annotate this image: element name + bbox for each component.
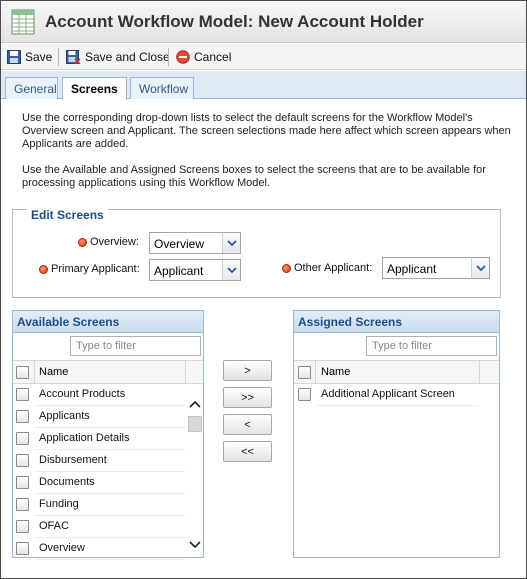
row-checkbox[interactable]	[16, 388, 29, 401]
row-checkbox[interactable]	[298, 388, 311, 401]
available-screens-title: Available Screens	[13, 311, 203, 333]
row-checkbox[interactable]	[16, 432, 29, 445]
overview-label: Overview:	[78, 236, 139, 248]
save-and-close-button[interactable]: Save and Close	[66, 48, 170, 66]
primary-applicant-label: Primary Applicant:	[39, 263, 140, 275]
save-close-icon	[66, 50, 81, 64]
tab-general[interactable]: General	[5, 77, 58, 99]
column-divider	[315, 361, 316, 383]
tab-screens[interactable]: Screens	[62, 77, 127, 100]
assigned-grid-header: Name	[294, 360, 499, 384]
row-checkbox[interactable]	[16, 542, 29, 555]
assigned-name-column-header[interactable]: Name	[321, 366, 350, 378]
cancel-label: Cancel	[194, 50, 232, 64]
required-indicator-icon	[282, 263, 291, 273]
other-applicant-label-text: Other Applicant:	[294, 262, 373, 274]
row-checkbox[interactable]	[16, 498, 29, 511]
other-applicant-label: Other Applicant:	[282, 262, 372, 274]
other-applicant-select[interactable]: Applicant	[382, 257, 490, 279]
chevron-down-icon	[471, 258, 489, 278]
assigned-filter-input[interactable]	[366, 336, 497, 356]
toolbar: Save Save and Close Cancel	[1, 44, 526, 70]
add-all-button[interactable]: >>	[223, 387, 272, 408]
primary-applicant-label-text: Primary Applicant:	[51, 263, 140, 275]
title-bar: Account Workflow Model: New Account Hold…	[1, 1, 526, 43]
assigned-select-all-checkbox[interactable]	[298, 366, 311, 379]
list-item[interactable]: Applicants	[13, 406, 185, 428]
required-indicator-icon	[78, 237, 87, 247]
list-item[interactable]: Overview	[13, 538, 185, 560]
list-item[interactable]: Application Details	[13, 428, 185, 450]
workflow-model-window: Account Workflow Model: New Account Hold…	[0, 0, 527, 579]
spreadsheet-icon	[11, 9, 35, 35]
toolbar-divider	[58, 48, 59, 66]
primary-applicant-select[interactable]: Applicant	[149, 259, 241, 281]
row-checkbox[interactable]	[16, 454, 29, 467]
required-indicator-icon	[39, 264, 48, 274]
chevron-down-icon	[222, 233, 240, 253]
available-grid-header: Name	[13, 360, 203, 384]
chevron-down-icon	[222, 260, 240, 280]
screen-name: Application Details	[39, 432, 130, 444]
column-divider	[185, 361, 186, 383]
available-name-column-header[interactable]: Name	[39, 366, 68, 378]
screen-name: Applicants	[39, 410, 90, 422]
overview-select-value: Overview	[154, 237, 205, 251]
available-select-all-checkbox[interactable]	[16, 366, 29, 379]
screen-name: Overview	[39, 542, 85, 554]
screen-name: OFAC	[39, 520, 69, 532]
list-item[interactable]: Account Products	[13, 384, 185, 406]
chevron-up-icon[interactable]	[187, 398, 203, 410]
save-label: Save	[25, 50, 53, 64]
other-applicant-select-value: Applicant	[387, 262, 437, 276]
overview-select[interactable]: Overview	[149, 232, 241, 254]
tab-bar: General Screens Workflow	[1, 71, 526, 100]
screen-name: Disbursement	[39, 454, 107, 466]
cancel-button[interactable]: Cancel	[176, 48, 231, 66]
screen-name: Account Products	[39, 388, 126, 400]
edit-screens-fieldset	[12, 209, 501, 298]
column-divider	[479, 361, 480, 383]
list-item[interactable]: Documents	[13, 472, 185, 494]
row-checkbox[interactable]	[16, 410, 29, 423]
scrollbar-thumb[interactable]	[188, 416, 202, 432]
row-checkbox[interactable]	[16, 476, 29, 489]
column-divider	[34, 361, 35, 383]
remove-all-button[interactable]: <<	[223, 441, 272, 462]
available-screens-panel: Available Screens Name Account Products A…	[12, 310, 204, 560]
primary-applicant-select-value: Applicant	[154, 264, 204, 278]
cancel-icon	[176, 50, 190, 64]
assigned-screens-panel: Assigned Screens Name Additional Applica…	[293, 310, 500, 558]
add-selected-button[interactable]: >	[223, 360, 272, 381]
list-item[interactable]: Additional Applicant Screen	[294, 384, 479, 406]
window-title: Account Workflow Model: New Account Hold…	[45, 12, 424, 31]
edit-screens-legend: Edit Screens	[27, 208, 108, 222]
screen-name: Funding	[39, 498, 79, 510]
assigned-screens-title: Assigned Screens	[294, 311, 499, 333]
list-item[interactable]: Disbursement	[13, 450, 185, 472]
toolbar-divider	[168, 48, 169, 66]
intro-paragraph-2: Use the Available and Assigned Screens b…	[22, 164, 486, 189]
list-item[interactable]: OFAC	[13, 516, 185, 538]
overview-label-text: Overview:	[90, 236, 139, 248]
available-filter-input[interactable]	[70, 336, 201, 356]
floppy-disk-icon	[7, 50, 21, 64]
remove-selected-button[interactable]: <	[223, 414, 272, 435]
tab-workflow[interactable]: Workflow	[130, 77, 194, 99]
row-divider	[35, 559, 185, 560]
screen-name: Documents	[39, 476, 95, 488]
save-and-close-label: Save and Close	[85, 50, 170, 64]
intro-paragraph-1: Use the corresponding drop-down lists to…	[22, 112, 511, 150]
screen-name: Additional Applicant Screen	[321, 388, 455, 400]
chevron-down-icon[interactable]	[187, 539, 203, 551]
available-scrollbar[interactable]	[187, 396, 203, 556]
row-divider	[316, 405, 479, 406]
list-item[interactable]: Funding	[13, 494, 185, 516]
save-button[interactable]: Save	[7, 48, 52, 66]
row-checkbox[interactable]	[16, 520, 29, 533]
